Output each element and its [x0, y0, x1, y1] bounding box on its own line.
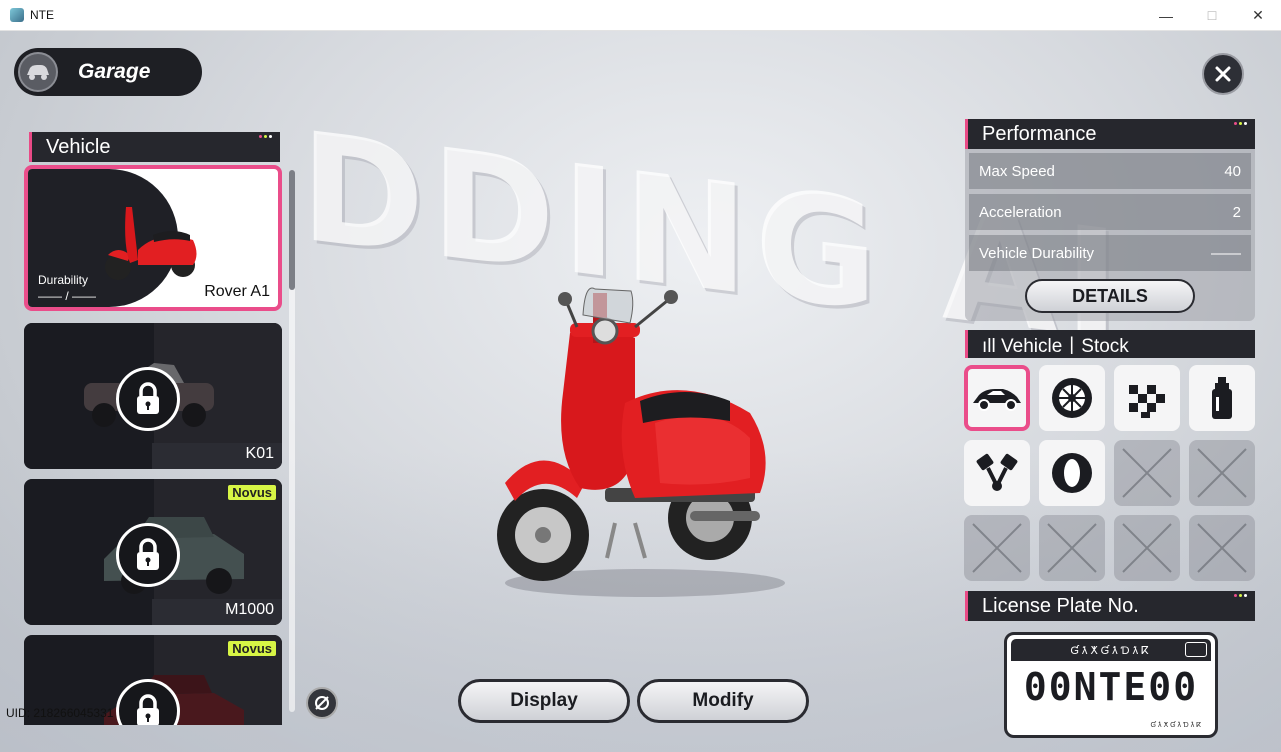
empty-slot-icon: [1122, 448, 1172, 498]
durability-label: Durability: [38, 273, 89, 287]
empty-slot-icon: [1197, 523, 1247, 573]
window-close-button[interactable]: ✕: [1235, 0, 1281, 31]
stock-section-header: ıll Vehicle丨Stock: [965, 330, 1255, 358]
garage-car-icon: [18, 52, 58, 92]
perf-value: 2: [1232, 203, 1241, 221]
stock-slot-engine[interactable]: [964, 440, 1030, 506]
vehicle-list[interactable]: Durability —— / —— Rover A1 K01 Novus M1…: [24, 165, 286, 725]
empty-slot-icon: [1047, 523, 1097, 573]
player-uid: UID: 218266045331: [6, 706, 114, 720]
stock-slot-empty: [1189, 515, 1255, 581]
window-titlebar: NTE — ☐ ✕: [0, 0, 1281, 31]
plate-top-text: ƓƛⵅƓƛƊƛⴽ: [1011, 639, 1211, 661]
stock-slot-empty: [1189, 440, 1255, 506]
maximize-button[interactable]: ☐: [1189, 0, 1235, 31]
stock-slot-empty: [1114, 515, 1180, 581]
plate-bottom-text: ƓƛⵅƓƛƊƛⴽ: [1150, 722, 1203, 729]
vehicle-card-rover-a1[interactable]: Durability —— / —— Rover A1: [24, 165, 282, 311]
performance-section-header: Performance: [965, 119, 1255, 149]
scooter-model[interactable]: [485, 253, 785, 603]
license-plate[interactable]: ƓƛⵅƓƛƊƛⴽ 00NTE00 ƓƛⵅƓƛƊƛⴽ: [1004, 632, 1218, 738]
vehicle-thumbnail: [105, 207, 197, 280]
empty-slot-icon: [1122, 523, 1172, 573]
header-dots: [259, 135, 272, 138]
vehicle-tag-novus: Novus: [228, 485, 276, 500]
header-dots: [1234, 122, 1247, 125]
stock-slot-flag[interactable]: [1114, 365, 1180, 431]
stock-slot-body[interactable]: [964, 365, 1030, 431]
vehicle-section-title: Vehicle: [46, 135, 111, 158]
perf-value: ——: [1211, 244, 1241, 262]
perf-row-durability: Vehicle Durability ——: [969, 235, 1251, 271]
minimize-button[interactable]: —: [1143, 0, 1189, 31]
license-plate-title: License Plate No.: [982, 594, 1139, 617]
display-button[interactable]: Display: [458, 679, 630, 723]
perf-row-max-speed: Max Speed 40: [969, 153, 1251, 189]
empty-slot-icon: [972, 523, 1022, 573]
vehicle-name: Rover A1: [204, 283, 270, 300]
stock-title: ıll Vehicle丨Stock: [982, 335, 1129, 357]
vehicle-card-m1000[interactable]: Novus M1000: [24, 479, 282, 625]
window-title: NTE: [30, 8, 54, 22]
vehicle-tag-novus: Novus: [228, 641, 276, 656]
scrollbar-thumb[interactable]: [289, 170, 295, 290]
header-dots: [1234, 594, 1247, 597]
modify-button[interactable]: Modify: [637, 679, 809, 723]
perf-value: 40: [1224, 162, 1241, 180]
edit-plate-icon[interactable]: [1185, 642, 1207, 657]
game-viewport: DDING AI Garage Vehicle Durability —— / …: [0, 31, 1281, 752]
stock-slot-paint[interactable]: [1189, 365, 1255, 431]
vehicle-name: K01: [245, 445, 274, 462]
wheel-rim-icon: [1052, 378, 1092, 418]
stock-slot-empty: [1114, 440, 1180, 506]
perf-label: Vehicle Durability: [979, 244, 1095, 262]
vehicle-card-k01[interactable]: K01: [24, 323, 282, 469]
performance-title: Performance: [982, 122, 1097, 145]
stock-slot-tires[interactable]: [1039, 440, 1105, 506]
license-plate-section-header: License Plate No.: [965, 591, 1255, 621]
plate-number: 00NTE00: [1023, 665, 1199, 709]
perf-label: Max Speed: [979, 162, 1055, 180]
vehicle-name: M1000: [225, 601, 274, 618]
garage-header: Garage: [14, 48, 202, 96]
stock-slot-empty: [1039, 515, 1105, 581]
stock-slot-empty: [964, 515, 1030, 581]
vehicle-section-header: Vehicle: [29, 132, 280, 162]
tire-icon: [1052, 453, 1092, 493]
durability-value: —— / ——: [38, 289, 97, 303]
page-title: Garage: [78, 60, 151, 83]
eye-slash-icon: [315, 696, 329, 710]
perf-label: Acceleration: [979, 203, 1062, 221]
spray-paint-icon: [1212, 377, 1232, 419]
stock-slot-rims[interactable]: [1039, 365, 1105, 431]
car-body-icon: [973, 389, 1021, 411]
hide-ui-button[interactable]: [306, 687, 338, 719]
checkered-flag-icon: [1129, 385, 1165, 418]
lock-icon: [116, 523, 180, 587]
engine-pistons-icon: [976, 453, 1018, 491]
details-button[interactable]: DETAILS: [1025, 279, 1195, 313]
close-button[interactable]: [1202, 53, 1244, 95]
app-icon: [10, 8, 24, 22]
close-icon: [1215, 66, 1231, 82]
vehicle-list-scrollbar[interactable]: [289, 170, 295, 712]
empty-slot-icon: [1197, 448, 1247, 498]
lock-icon: [116, 367, 180, 431]
perf-row-acceleration: Acceleration 2: [969, 194, 1251, 230]
